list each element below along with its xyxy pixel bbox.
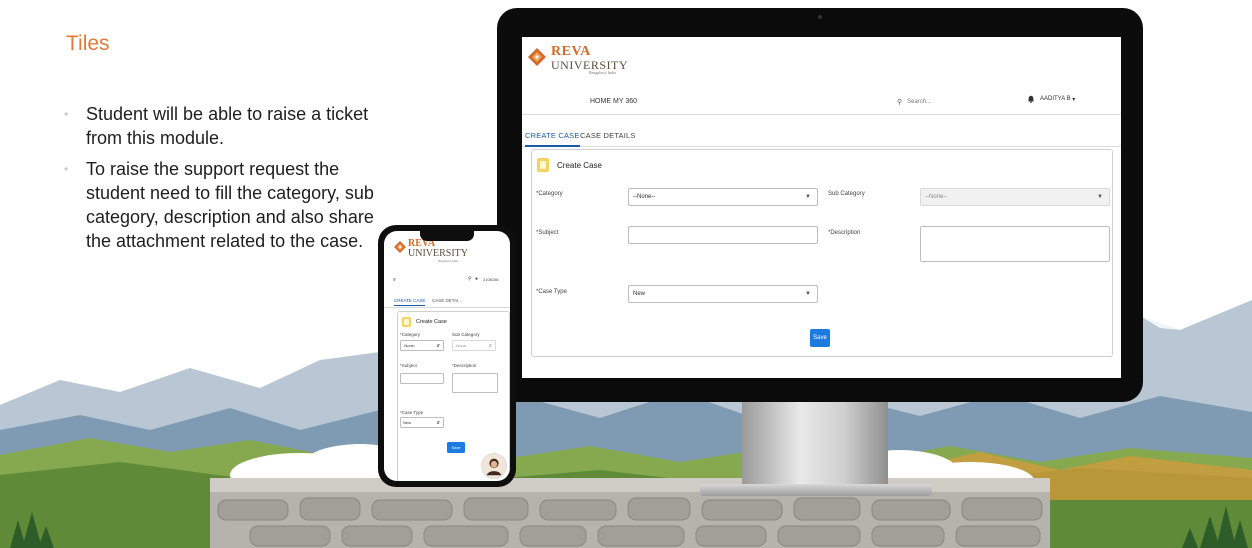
search-icon: ⚲	[897, 99, 903, 106]
mobile-phone: REVA UNIVERSITY Bengaluru, India ≡ ⚲ ● 2…	[378, 225, 516, 487]
nav-my360-link[interactable]: MY 360	[613, 98, 637, 105]
sub-category-select[interactable]: --None-- ▼	[920, 188, 1110, 206]
subject-input[interactable]	[400, 373, 444, 384]
description-label: *Description	[828, 230, 861, 236]
bell-icon[interactable]: ●	[475, 276, 478, 282]
logo-line-1: REVA	[551, 44, 591, 59]
camera-dot	[818, 15, 822, 19]
mobile-screen: REVA UNIVERSITY Bengaluru, India ≡ ⚲ ● 2…	[384, 231, 510, 481]
sub-category-label: Sub Category	[452, 332, 480, 337]
nav-home-link[interactable]: HOME	[590, 98, 611, 105]
sub-category-value: --None--	[925, 194, 948, 200]
subject-input[interactable]	[628, 226, 818, 244]
logo-line-3: Bengaluru, India	[438, 259, 459, 263]
phone-notch	[420, 231, 474, 241]
sub-category-select[interactable]: -None- ⇵	[452, 340, 496, 351]
subject-label: *Subject	[400, 363, 417, 368]
user-name: AADITYA B	[1040, 96, 1071, 102]
hamburger-menu-icon[interactable]: ≡	[393, 277, 396, 283]
desktop-monitor: REVA UNIVERSITY Bengaluru, India HOME MY…	[497, 8, 1143, 402]
category-select[interactable]: -None- ⇵	[400, 340, 444, 351]
case-type-value: New	[633, 291, 646, 297]
user-menu[interactable]: AADITYA B ▾	[1027, 95, 1075, 103]
save-button[interactable]: Save	[810, 329, 830, 347]
logo-line-2: UNIVERSITY	[408, 248, 468, 259]
chevron-updown-icon: ⇵	[436, 343, 440, 348]
slide-title: Tiles	[66, 32, 110, 55]
reva-emblem-icon	[394, 241, 406, 253]
bullet-item: To raise the support request the student…	[62, 157, 402, 253]
search-input[interactable]: ⚲ Search...	[897, 95, 995, 109]
card-header: Create Case	[402, 317, 447, 327]
monitor-stand	[742, 400, 888, 496]
tab-case-details[interactable]: CASE DETAI...	[432, 298, 462, 303]
description-textarea[interactable]	[920, 226, 1110, 262]
sub-category-label: Sub Category	[828, 191, 865, 197]
university-logo[interactable]: REVA UNIVERSITY Bengaluru, India	[528, 45, 628, 75]
avatar[interactable]	[481, 453, 507, 479]
case-type-select[interactable]: New ▼	[628, 285, 818, 303]
bell-icon	[1027, 95, 1035, 103]
desktop-tabs: CREATE CASE CASE DETAILS	[522, 127, 1121, 147]
search-placeholder: Search...	[907, 99, 932, 105]
card-header: Create Case	[537, 158, 602, 172]
search-icon[interactable]: ⚲	[468, 276, 472, 282]
case-icon	[402, 317, 411, 327]
bullet-list: Student will be able to raise a ticket f…	[62, 102, 402, 260]
chevron-updown-icon: ⇵	[436, 420, 440, 425]
user-id[interactable]: 2108156	[483, 277, 499, 282]
case-icon	[537, 158, 549, 172]
category-label: *Category	[400, 332, 421, 337]
create-case-card: Create Case *Category --None-- ▼ Sub Cat…	[531, 149, 1113, 357]
case-type-select[interactable]: New ⇵	[400, 417, 444, 428]
mobile-tabs: CREATE CASE CASE DETAI...	[384, 297, 510, 308]
description-label: *Description	[452, 363, 477, 368]
chevron-down-icon: ▼	[805, 291, 811, 297]
university-logo[interactable]: REVA UNIVERSITY Bengaluru, India	[394, 239, 468, 263]
category-value: -None-	[403, 343, 416, 348]
sub-category-value: -None-	[455, 343, 468, 348]
tab-case-details[interactable]: CASE DETAILS	[580, 131, 636, 140]
desktop-navbar: HOME MY 360 ⚲ Search... AADITYA B ▾	[522, 89, 1121, 115]
description-textarea[interactable]	[452, 373, 498, 393]
subject-label: *Subject	[536, 230, 559, 236]
chevron-updown-icon: ⇵	[488, 343, 492, 348]
category-select[interactable]: --None-- ▼	[628, 188, 818, 206]
tab-create-case[interactable]: CREATE CASE	[394, 298, 426, 306]
tab-create-case[interactable]: CREATE CASE	[525, 131, 580, 147]
case-type-value: New	[403, 420, 412, 425]
chevron-down-icon: ▾	[1070, 96, 1076, 103]
chevron-down-icon: ▼	[805, 194, 811, 200]
card-title: Create Case	[416, 319, 447, 325]
reva-emblem-icon	[528, 48, 546, 66]
case-type-label: *Case Type	[400, 410, 424, 415]
save-button[interactable]: Save	[447, 442, 465, 453]
bullet-item: Student will be able to raise a ticket f…	[62, 102, 402, 150]
desktop-screen: REVA UNIVERSITY Bengaluru, India HOME MY…	[522, 37, 1121, 378]
monitor-stand-base	[700, 484, 932, 496]
category-value: --None--	[633, 194, 656, 200]
case-type-label: *Case Type	[536, 289, 567, 295]
chevron-down-icon: ▼	[1097, 194, 1103, 200]
category-label: *Category	[536, 191, 563, 197]
card-title: Create Case	[557, 160, 602, 170]
desktop-header: REVA UNIVERSITY Bengaluru, India	[522, 37, 1121, 89]
